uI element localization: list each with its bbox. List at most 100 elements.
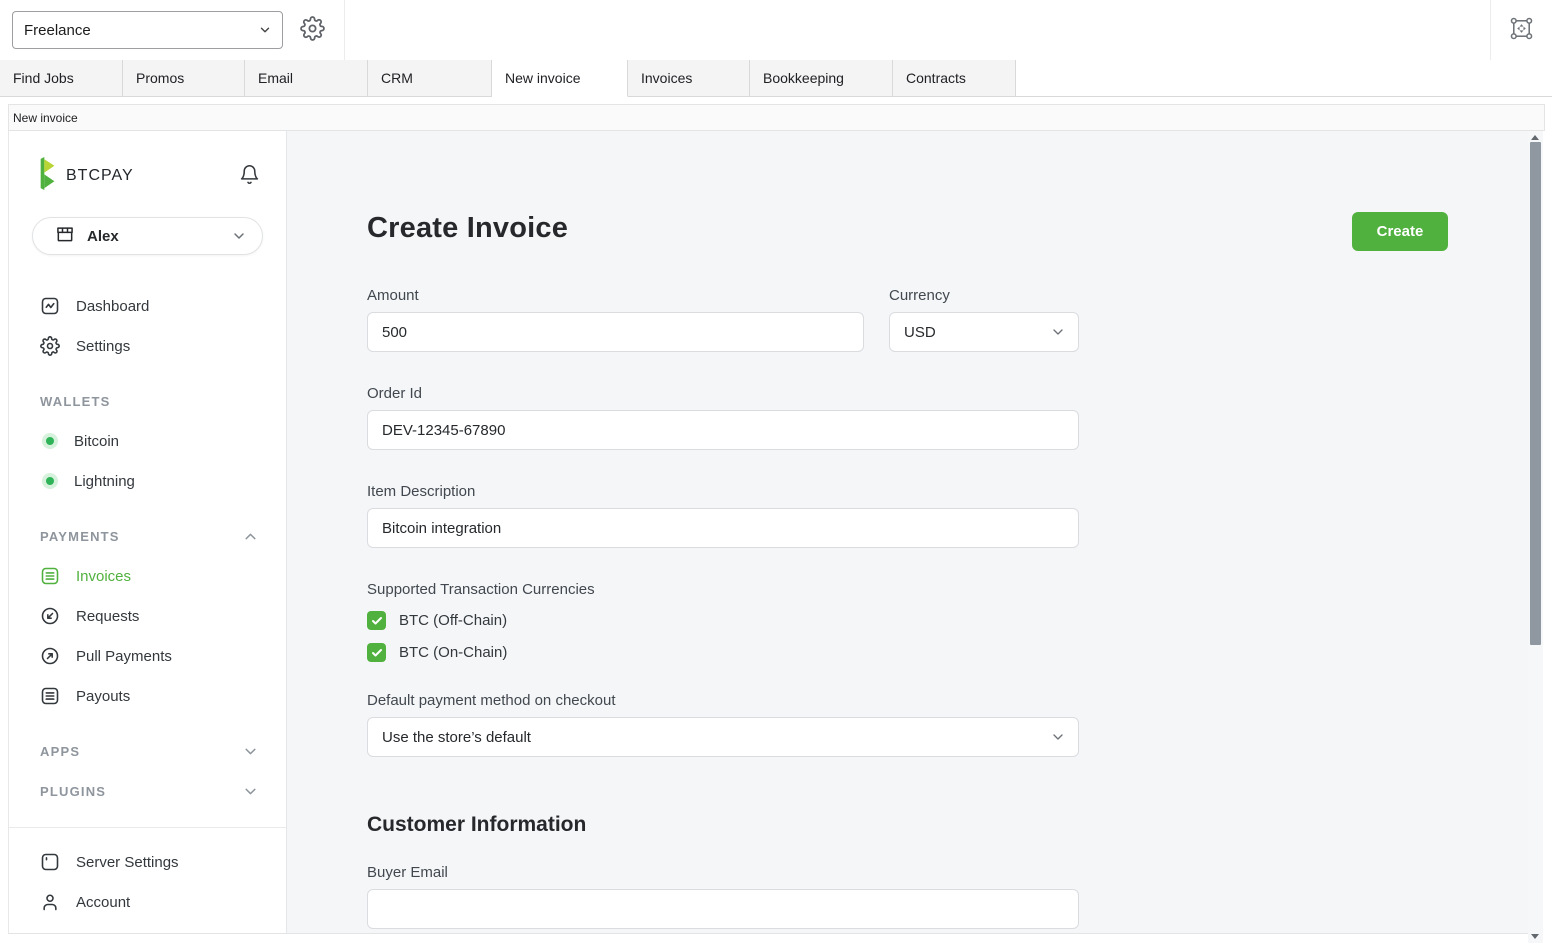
sidebar-item-dashboard[interactable]: Dashboard	[9, 286, 286, 326]
selection-transform-icon	[1508, 15, 1535, 45]
sidebar-item-pull-payments[interactable]: Pull Payments	[9, 636, 286, 676]
amount-label: Amount	[367, 287, 864, 304]
currency-label: Currency	[889, 287, 1079, 304]
pane-title: New invoice	[13, 111, 78, 125]
order-id-input[interactable]	[367, 410, 1079, 450]
currency-select[interactable]: USD	[889, 312, 1079, 352]
right-edge-gap	[1543, 131, 1552, 943]
tab-promos[interactable]: Promos	[123, 60, 245, 97]
amount-input[interactable]	[367, 312, 864, 352]
sidebar-item-label: Bitcoin	[74, 433, 119, 450]
currency-select-value: USD	[904, 324, 936, 341]
main-header: Create Invoice Create	[367, 212, 1448, 251]
tab-crm[interactable]: CRM	[368, 60, 492, 97]
checkbox-btc-offchain[interactable]: BTC (Off-Chain)	[367, 611, 1448, 630]
sidebar-item-lightning[interactable]: Lightning	[9, 461, 286, 501]
checkbox-label: BTC (Off-Chain)	[399, 612, 507, 629]
item-description-group: Item Description	[367, 483, 1079, 548]
sidebar-nav: Dashboard Settings WALLETS Bitcoin	[9, 286, 286, 933]
wallet-status-dot	[42, 433, 58, 449]
tab-email[interactable]: Email	[245, 60, 368, 97]
chevron-down-icon	[231, 228, 247, 244]
btcpay-logo[interactable]: BTCPAY	[37, 157, 134, 195]
amount-currency-row: Amount Currency USD	[367, 287, 1448, 352]
sidebar-section-apps[interactable]: APPS	[9, 731, 286, 771]
vertical-scrollbar[interactable]	[1528, 131, 1543, 943]
page-title: Create Invoice	[367, 212, 568, 245]
default-payment-method-label: Default payment method on checkout	[367, 692, 1079, 709]
notifications-button[interactable]	[239, 164, 260, 188]
page: Freelance	[0, 0, 1552, 943]
sidebar-section-payments[interactable]: PAYMENTS	[9, 516, 286, 556]
sidebar-item-requests[interactable]: Requests	[9, 596, 286, 636]
sidebar: BTCPAY Alex	[8, 131, 287, 934]
order-id-group: Order Id	[367, 385, 1079, 450]
default-payment-method-value: Use the store’s default	[382, 729, 531, 746]
pane-title-bar: New invoice	[8, 104, 1545, 131]
buyer-email-input[interactable]	[367, 889, 1079, 929]
arrow-down-left-circle-icon	[40, 606, 60, 626]
workspace-select[interactable]: Freelance	[12, 11, 283, 49]
server-settings-icon	[40, 852, 60, 872]
sidebar-item-label: Lightning	[74, 473, 135, 490]
workspace-select-value: Freelance	[24, 22, 91, 39]
scroll-down-arrow[interactable]	[1531, 934, 1539, 939]
sidebar-item-payouts[interactable]: Payouts	[9, 676, 286, 716]
sidebar-item-label: Payouts	[76, 688, 130, 705]
tab-strip: Find Jobs Promos Email CRM New invoice I…	[0, 60, 1552, 97]
sidebar-section-plugins[interactable]: PLUGINS	[9, 771, 286, 811]
gear-icon	[40, 336, 60, 356]
store-icon	[55, 224, 75, 249]
user-icon	[40, 892, 60, 912]
store-name: Alex	[87, 228, 119, 245]
screen-select-button[interactable]	[1508, 15, 1535, 45]
section-header-label: APPS	[40, 744, 80, 759]
create-button[interactable]: Create	[1352, 212, 1448, 251]
customer-information-title: Customer Information	[367, 813, 1448, 837]
checkbox-btc-onchain[interactable]: BTC (On-Chain)	[367, 643, 1448, 662]
scroll-up-arrow[interactable]	[1531, 135, 1539, 140]
supported-currencies-label: Supported Transaction Currencies	[367, 581, 1448, 598]
payouts-icon	[40, 686, 60, 706]
tab-new-invoice[interactable]: New invoice	[492, 60, 628, 97]
sidebar-item-settings[interactable]: Settings	[9, 326, 286, 366]
chevron-down-icon	[242, 743, 259, 760]
bell-icon	[239, 164, 260, 188]
sidebar-item-bitcoin[interactable]: Bitcoin	[9, 421, 286, 461]
settings-gear-button[interactable]	[300, 16, 325, 44]
sidebar-item-label: Invoices	[76, 568, 131, 585]
chevron-down-icon	[258, 23, 272, 37]
sidebar-item-account[interactable]: Account	[9, 882, 286, 922]
default-payment-method-group: Default payment method on checkout Use t…	[367, 692, 1079, 757]
invoices-icon	[40, 566, 60, 586]
wallet-status-dot	[42, 473, 58, 489]
sidebar-section-wallets: WALLETS	[9, 381, 286, 421]
sidebar-item-server-settings[interactable]: Server Settings	[9, 842, 286, 882]
scrollbar-thumb[interactable]	[1530, 142, 1541, 645]
store-selector[interactable]: Alex	[32, 217, 263, 255]
top-bar-right	[1490, 0, 1552, 60]
sidebar-header: BTCPAY	[9, 131, 286, 195]
sidebar-item-invoices[interactable]: Invoices	[9, 556, 286, 596]
buyer-email-group: Buyer Email	[367, 864, 1079, 929]
sidebar-item-label: Server Settings	[76, 854, 179, 871]
chevron-down-icon	[1050, 324, 1066, 340]
section-header-label: PAYMENTS	[40, 529, 120, 544]
tab-invoices[interactable]: Invoices	[628, 60, 750, 97]
tab-strip-filler	[1016, 60, 1552, 97]
sidebar-item-label: Settings	[76, 338, 130, 355]
tab-contracts[interactable]: Contracts	[893, 60, 1016, 97]
item-description-input[interactable]	[367, 508, 1079, 548]
dashboard-icon	[40, 296, 60, 316]
tab-bookkeeping[interactable]: Bookkeeping	[750, 60, 893, 97]
tab-find-jobs[interactable]: Find Jobs	[0, 60, 123, 97]
checkbox-label: BTC (On-Chain)	[399, 644, 507, 661]
default-payment-method-select[interactable]: Use the store’s default	[367, 717, 1079, 757]
chevron-up-icon	[242, 528, 259, 545]
arrow-up-right-circle-icon	[40, 646, 60, 666]
btcpay-app: BTCPAY Alex	[8, 131, 1552, 943]
top-bar-spacer	[345, 0, 1490, 60]
main-content: Create Invoice Create Amount Currency US…	[287, 131, 1528, 934]
checkbox-checked-icon	[367, 643, 386, 662]
sidebar-item-label: Pull Payments	[76, 648, 172, 665]
